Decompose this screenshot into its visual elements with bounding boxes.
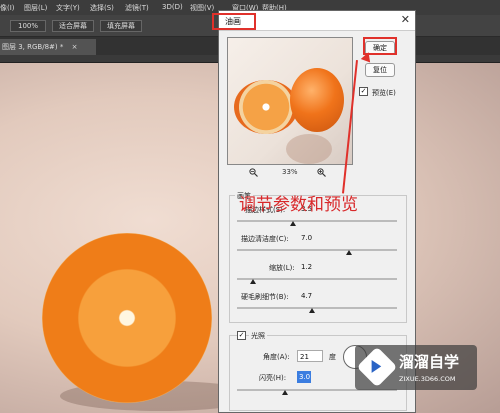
zoom-value: 33% (282, 168, 298, 176)
zoom-in-icon[interactable] (317, 168, 326, 179)
annotation-text: 调节参数和预览 (239, 195, 358, 215)
preview-zoom-bar: 33% (227, 168, 353, 180)
cleanliness-input[interactable]: 7.0 (299, 232, 329, 244)
angle-unit: 度 (329, 353, 336, 361)
preview-label: 预览(E) (372, 89, 396, 97)
document-tab[interactable]: 图层 3, RGB/8#) * × (0, 39, 96, 55)
shine-label: 闪亮(H): (259, 374, 287, 382)
menu-3d[interactable]: 3D(D) (162, 3, 183, 11)
scale-input[interactable]: 1.2 (299, 261, 329, 273)
menu-image[interactable]: 像(I) (0, 3, 15, 13)
scale-slider-thumb[interactable] (250, 279, 256, 284)
bristle-detail-label: 硬毛刷细节(B): (241, 293, 289, 301)
zoom-100-button[interactable]: 100% (10, 20, 46, 32)
fit-screen-button[interactable]: 适合屏幕 (52, 20, 94, 32)
fill-screen-button[interactable]: 填充屏幕 (100, 20, 142, 32)
close-icon[interactable]: ✕ (401, 14, 410, 26)
preview-shadow (286, 134, 332, 164)
bristle-detail-input[interactable]: 4.7 (299, 290, 329, 302)
menu-layer[interactable]: 图层(L) (24, 3, 47, 13)
cleanliness-slider-track[interactable] (237, 249, 397, 251)
watermark-logo: 溜溜自学 ZIXUE.3D66.COM (355, 345, 477, 390)
menu-select[interactable]: 选择(S) (90, 3, 114, 13)
stylization-slider-track[interactable] (237, 220, 397, 222)
cleanliness-label: 描边清洁度(C): (241, 235, 289, 243)
filter-preview[interactable] (227, 37, 353, 165)
lighting-checkbox[interactable]: ✓ (237, 331, 246, 340)
angle-input[interactable]: 21 (297, 350, 323, 362)
angle-label: 角度(A): (263, 353, 290, 361)
preview-orange-half (234, 80, 298, 134)
watermark-title: 溜溜自学 (399, 353, 460, 371)
watermark-subtitle: ZIXUE.3D66.COM (399, 375, 456, 383)
zoom-out-icon[interactable] (249, 168, 258, 179)
stylization-slider-thumb[interactable] (290, 221, 296, 226)
close-icon[interactable]: × (72, 43, 78, 51)
preview-orange-whole (290, 68, 344, 132)
bristle-detail-slider-thumb[interactable] (309, 308, 316, 313)
dialog-titlebar: 油画 ✕ (212, 11, 415, 31)
scale-slider-track[interactable] (237, 278, 397, 280)
orange-slice-image (42, 233, 212, 403)
menu-type[interactable]: 文字(Y) (56, 3, 80, 13)
reset-button[interactable]: 复位 (365, 63, 395, 77)
scale-label: 缩放(L): (269, 264, 295, 272)
cleanliness-slider-thumb[interactable] (346, 250, 352, 255)
lighting-group-title: 光照 (249, 331, 267, 341)
menu-filter[interactable]: 滤镜(T) (125, 3, 149, 13)
document-tab-label: 图层 3, RGB/8#) * (2, 43, 64, 51)
shine-input[interactable]: 3.0 (297, 371, 311, 383)
menu-view[interactable]: 视图(V) (190, 3, 214, 13)
title-highlight-box (212, 13, 256, 30)
shine-slider-thumb[interactable] (282, 390, 288, 395)
preview-checkbox[interactable]: ✓ (359, 87, 368, 96)
bristle-detail-slider-track[interactable] (237, 307, 397, 309)
play-logo-icon (356, 346, 398, 388)
